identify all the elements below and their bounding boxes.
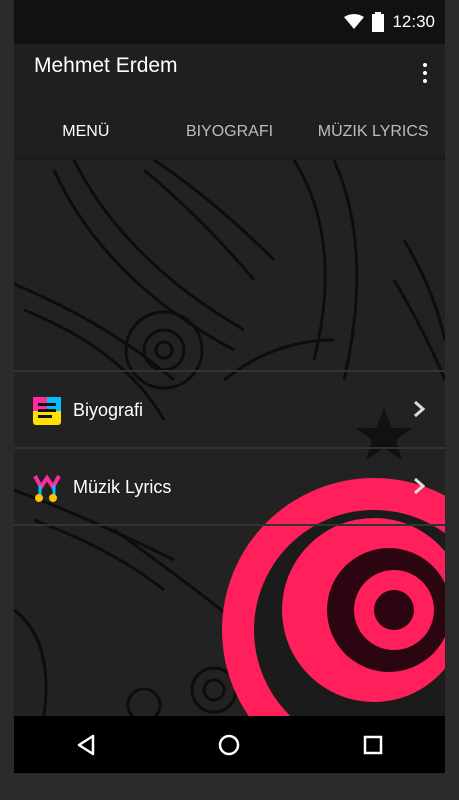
tab-music-lyrics[interactable]: MÜZIK LYRICS <box>301 110 445 160</box>
navigation-bar <box>14 716 445 773</box>
app-bar: Mehmet Erdem MENÜ BIYOGRAFI MÜZIK LYRICS <box>14 44 445 164</box>
app-title: Mehmet Erdem <box>34 54 178 77</box>
biography-icon <box>33 397 61 425</box>
music-icon <box>33 474 61 502</box>
wifi-icon <box>344 14 365 29</box>
tab-biography[interactable]: BIYOGRAFI <box>158 110 302 160</box>
back-icon <box>77 734 95 755</box>
chevron-right-icon <box>414 400 425 418</box>
tab-bar: MENÜ BIYOGRAFI MÜZIK LYRICS <box>14 110 445 164</box>
status-time: 12:30 <box>392 12 435 31</box>
recents-icon <box>363 735 383 754</box>
overflow-menu-icon[interactable] <box>413 58 437 88</box>
content-area: Biyografi Müzik Lyrics <box>14 160 445 716</box>
home-icon <box>219 734 240 755</box>
tab-menu[interactable]: MENÜ <box>14 110 158 164</box>
battery-icon <box>372 12 385 32</box>
menu-list: Biyografi Müzik Lyrics <box>14 370 445 526</box>
status-icons: 12:30 <box>344 12 435 32</box>
menu-item-biography[interactable]: Biyografi <box>14 370 445 447</box>
recents-button[interactable] <box>353 725 393 765</box>
menu-item-label: Müzik Lyrics <box>73 477 172 497</box>
menu-item-music-lyrics[interactable]: Müzik Lyrics <box>14 447 445 526</box>
chevron-right-icon <box>414 477 425 495</box>
status-bar: 12:30 <box>14 0 445 44</box>
home-button[interactable] <box>209 725 249 765</box>
menu-item-label: Biyografi <box>73 400 144 420</box>
device-frame: 12:30 Mehmet Erdem MENÜ BIYOGRAFI MÜZIK … <box>14 0 445 773</box>
back-button[interactable] <box>66 725 106 765</box>
